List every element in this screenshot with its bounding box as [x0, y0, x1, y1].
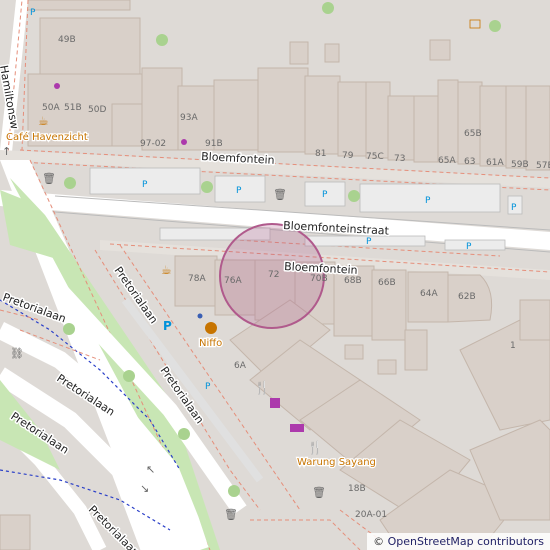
cafe-icon: ☕	[161, 263, 172, 277]
parking-icon: P	[205, 382, 211, 392]
map-view[interactable]: Bloemfonteinstraat Bloemfontein Bloemfon…	[0, 0, 550, 550]
cinema-icon	[290, 424, 304, 432]
house-number-79: 79	[342, 151, 354, 161]
waste-basket-icon: 🗑	[42, 172, 56, 185]
house-number-49b: 49B	[58, 35, 76, 45]
arrow-icon: ↑	[2, 145, 11, 158]
clothes-shop-icon	[270, 398, 280, 408]
map-attribution: © OpenStreetMap contributors	[367, 533, 550, 550]
parking-icon: P	[466, 242, 472, 252]
house-number-63: 63	[464, 157, 475, 167]
waste-basket-icon: 🗑	[224, 508, 238, 521]
parking-icon: P	[236, 186, 242, 196]
house-number-78a: 78A	[188, 274, 206, 284]
house-number-65a: 65A	[438, 156, 456, 166]
house-number-50a: 50A	[42, 103, 60, 113]
house-number-62b: 62B	[458, 292, 476, 302]
parking-icon: P	[322, 190, 328, 200]
house-number-93a: 93A	[180, 113, 198, 123]
bollard-icon: ⛓	[10, 347, 24, 360]
house-number-81: 81	[315, 149, 326, 159]
palette-icon	[205, 322, 217, 334]
house-number-64a: 64A	[420, 289, 438, 299]
house-number-57e: 57E	[536, 161, 550, 171]
parking-icon: P	[30, 8, 36, 18]
poi-label-niffo: Niffo	[199, 338, 222, 349]
parking-icon: P	[425, 196, 431, 206]
house-number-1: 1	[510, 341, 516, 351]
arrow-icon: ↘	[140, 482, 149, 495]
house-number-76a: 76A	[224, 276, 242, 286]
attribution-link[interactable]: OpenStreetMap contributors	[388, 535, 544, 548]
poi-label-cafe: Café Havenzicht	[6, 131, 88, 143]
house-number-6a: 6A	[234, 361, 247, 371]
house-number-73: 73	[394, 154, 405, 164]
house-number-65b: 65B	[464, 129, 482, 139]
house-number-70b: 70B	[310, 274, 328, 284]
parking-icon: P	[142, 180, 148, 190]
house-number-72: 72	[268, 270, 279, 280]
bicycle-parking-icon: P	[163, 319, 172, 333]
waste-basket-icon: 🗑	[273, 188, 287, 201]
arrow-icon: ↖	[146, 463, 155, 476]
info-dot-icon	[197, 313, 203, 319]
restaurant-icon: 🍴	[254, 380, 270, 396]
house-number-50d: 50D	[88, 105, 106, 115]
house-number-59b: 59B	[511, 160, 529, 170]
waste-basket-icon: 🗑	[312, 486, 326, 499]
house-number-97-02: 97-02	[140, 139, 166, 149]
parking-icon: P	[366, 237, 372, 247]
attribution-prefix: ©	[373, 535, 388, 548]
house-number-75c: 75C	[366, 152, 384, 162]
house-number-91b: 91B	[205, 139, 223, 149]
house-number-51b: 51B	[64, 103, 82, 113]
shop-dot-icon	[54, 83, 60, 89]
restaurant-icon: 🍴	[307, 440, 323, 456]
house-number-18b: 18B	[348, 484, 366, 494]
house-number-20a-01: 20A-01	[355, 510, 387, 520]
house-number-66b: 66B	[378, 278, 396, 288]
poi-label-warung-line1: Warung Sayang	[297, 457, 376, 468]
house-number-68b: 68B	[344, 276, 362, 286]
house-number-61a: 61A	[486, 158, 504, 168]
shop-dot-icon	[181, 139, 187, 145]
parking-icon: P	[511, 203, 517, 213]
map-canvas[interactable]: Bloemfonteinstraat Bloemfontein Bloemfon…	[0, 0, 550, 550]
cafe-icon: ☕	[38, 114, 49, 128]
